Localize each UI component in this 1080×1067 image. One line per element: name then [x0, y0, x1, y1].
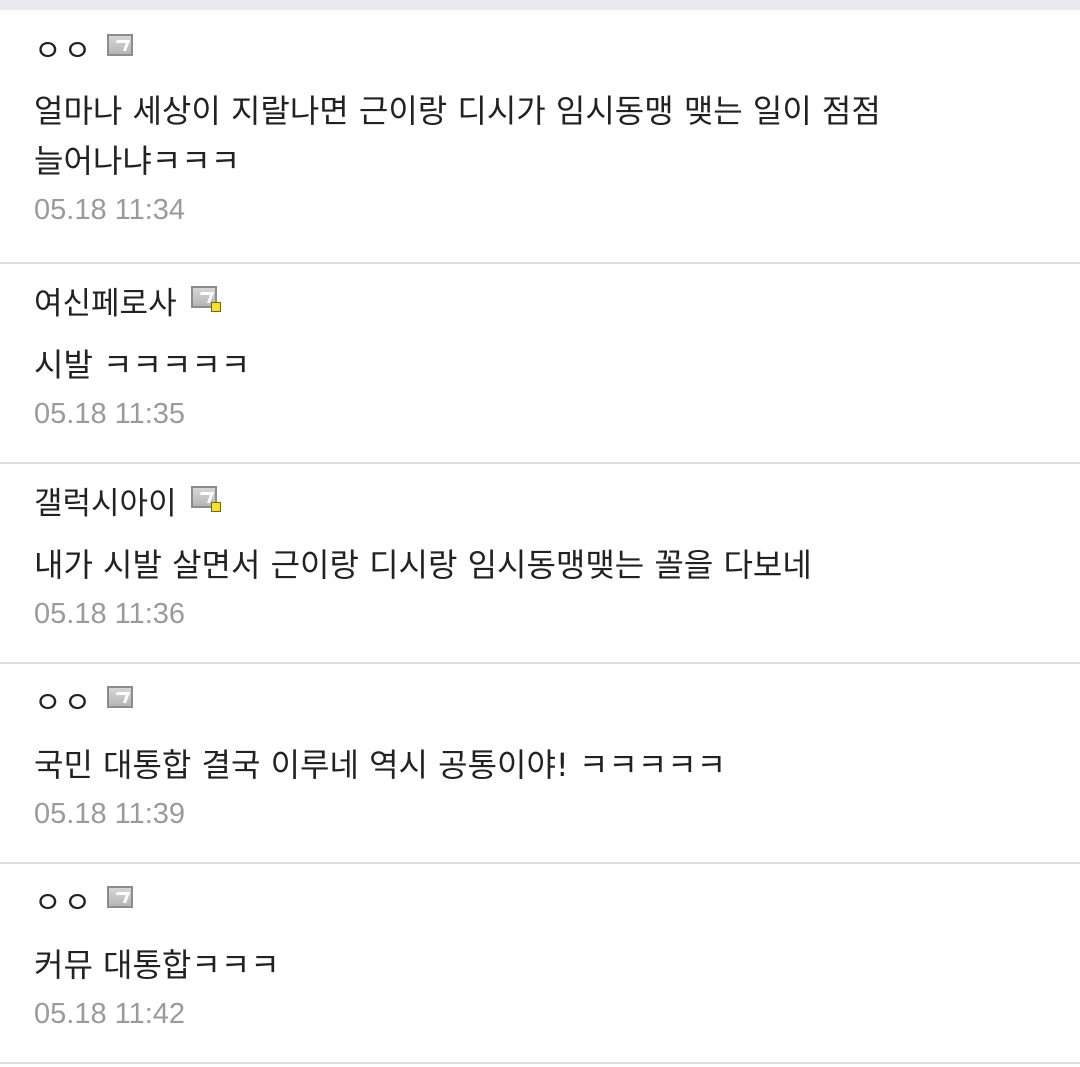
comment-author[interactable]: ㅇㅇ: [34, 686, 93, 722]
comment-list: ㅇㅇ 얼마나 세상이 지랄나면 근이랑 디시가 임시동맹 맺는 일이 점점 늘어…: [0, 10, 1080, 1064]
comment-author[interactable]: ㅇㅇ: [34, 886, 93, 922]
comment-author-row: ㅇㅇ: [34, 664, 1046, 722]
comment-timestamp: 05.18 11:36: [34, 598, 186, 630]
comment-item: ㅇㅇ 커뮤 대통합ㅋㅋㅋ 05.18 11:42: [0, 864, 1080, 1064]
comment-text: 내가 시발 살면서 근이랑 디시랑 임시동맹맺는 꼴을 다보네: [34, 546, 812, 584]
comment-author-row: 갤럭시아이: [34, 464, 1046, 522]
comment-text: 국민 대통합 결국 이루네 역시 공통이야! ㅋㅋㅋㅋㅋ: [34, 746, 727, 784]
gallery-member-icon: [190, 286, 221, 312]
comment-item: ㅇㅇ 얼마나 세상이 지랄나면 근이랑 디시가 임시동맹 맺는 일이 점점 늘어…: [0, 10, 1080, 264]
comment-author-row: ㅇㅇ: [34, 10, 1046, 70]
comment-author-row: ㅇㅇ: [34, 864, 1046, 922]
fixed-nick-icon: [107, 34, 137, 60]
fixed-nick-icon: [107, 886, 137, 912]
comment-timestamp: 05.18 11:39: [34, 798, 186, 830]
comment-timestamp: 05.18 11:42: [34, 998, 186, 1030]
comment-author[interactable]: ㅇㅇ: [34, 34, 93, 70]
comment-item: 갤럭시아이 내가 시발 살면서 근이랑 디시랑 임시동맹맺는 꼴을 다보네 05…: [0, 464, 1080, 664]
top-strip: [0, 0, 1080, 10]
comment-text: 시발 ㅋㅋㅋㅋㅋ: [34, 346, 251, 384]
fixed-nick-icon: [107, 686, 137, 712]
comment-item: 여신페로사 시발 ㅋㅋㅋㅋㅋ 05.18 11:35: [0, 264, 1080, 464]
comment-timestamp: 05.18 11:35: [34, 398, 186, 430]
comment-author[interactable]: 갤럭시아이: [34, 486, 177, 522]
comment-author[interactable]: 여신페로사: [34, 286, 177, 322]
comment-timestamp: 05.18 11:34: [34, 194, 186, 226]
gallery-member-icon: [190, 486, 221, 512]
comment-text: 얼마나 세상이 지랄나면 근이랑 디시가 임시동맹 맺는 일이 점점 늘어나냐ㅋ…: [34, 92, 881, 180]
comment-author-row: 여신페로사: [34, 264, 1046, 322]
comment-text: 커뮤 대통합ㅋㅋㅋ: [34, 946, 280, 984]
comment-item: ㅇㅇ 국민 대통합 결국 이루네 역시 공통이야! ㅋㅋㅋㅋㅋ 05.18 11…: [0, 664, 1080, 864]
